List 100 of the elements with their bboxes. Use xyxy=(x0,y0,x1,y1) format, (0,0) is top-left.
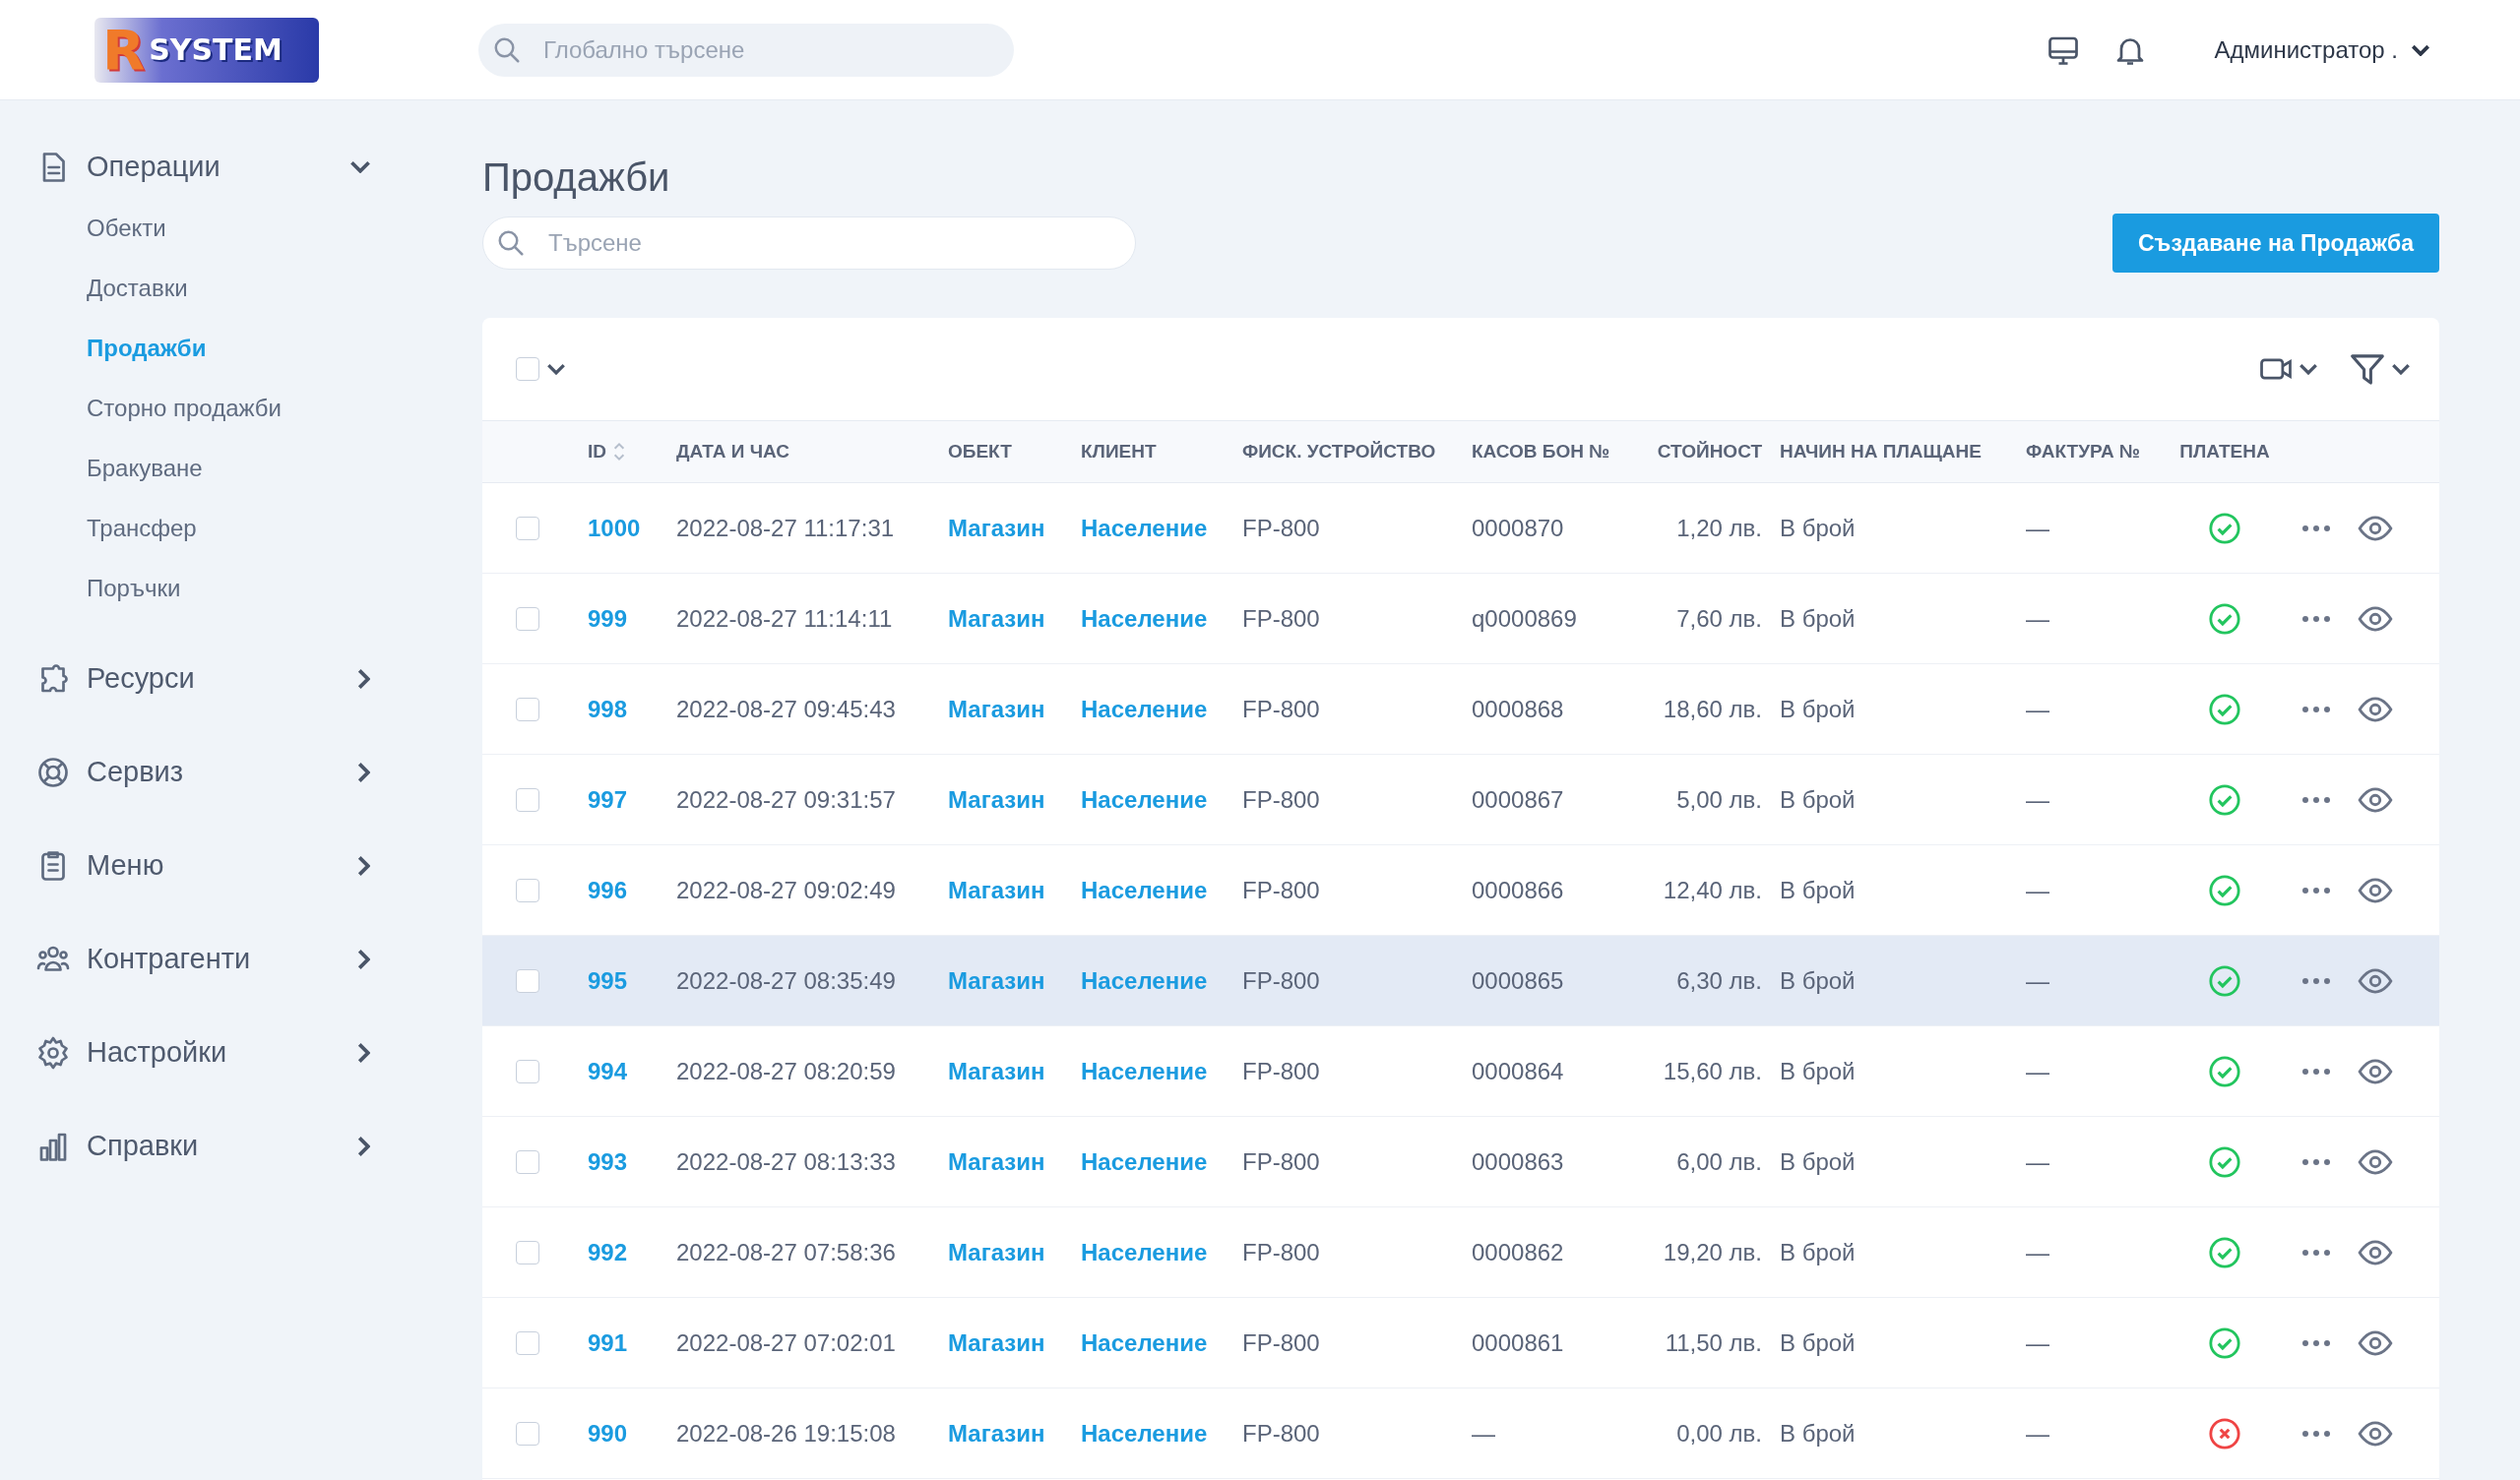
column-header[interactable]: КАСОВ БОН № xyxy=(1472,441,1610,462)
object-link[interactable]: Магазин xyxy=(948,966,1045,994)
sidebar-subitem[interactable]: Продажби xyxy=(87,318,207,378)
object-link[interactable]: Магазин xyxy=(948,1238,1045,1265)
user-menu[interactable]: Администратор . xyxy=(2208,34,2435,65)
client-link[interactable]: Население xyxy=(1081,604,1208,632)
more-icon[interactable] xyxy=(2301,1247,2331,1258)
column-header[interactable]: ОБЕКТ xyxy=(948,441,1012,462)
object-link[interactable]: Магазин xyxy=(948,1419,1045,1447)
id-link[interactable]: 999 xyxy=(588,604,628,632)
select-all-checkbox[interactable] xyxy=(516,357,539,381)
table-row[interactable]: 1000 2022-08-27 11:17:31 Магазин Население FP-800 0000870 1,20 лв. В брой — xyxy=(482,483,2439,574)
search-field[interactable]: Търсене xyxy=(482,216,1136,270)
id-link[interactable]: 991 xyxy=(588,1328,628,1356)
row-checkbox[interactable] xyxy=(516,1059,539,1083)
id-link[interactable]: 995 xyxy=(588,966,628,994)
table-row[interactable]: 991 2022-08-27 07:02:01 Магазин Население FP-800 0000861 11,50 лв. В брой — xyxy=(482,1298,2439,1388)
client-link[interactable]: Население xyxy=(1081,1328,1208,1356)
column-header[interactable]: КЛИЕНТ xyxy=(1081,441,1157,462)
row-checkbox[interactable] xyxy=(516,878,539,902)
row-checkbox[interactable] xyxy=(516,1149,539,1174)
column-header[interactable]: ДАТА И ЧАС xyxy=(676,441,789,462)
table-row[interactable]: 990 2022-08-26 19:15:08 Магазин Население FP-800 — 0,00 лв. В брой — xyxy=(482,1388,2439,1479)
sidebar-item[interactable]: Сервиз xyxy=(35,739,376,805)
object-link[interactable]: Магазин xyxy=(948,514,1045,541)
client-link[interactable]: Население xyxy=(1081,1147,1208,1175)
client-link[interactable]: Население xyxy=(1081,1057,1208,1084)
row-checkbox[interactable] xyxy=(516,516,539,540)
row-checkbox[interactable] xyxy=(516,606,539,631)
id-link[interactable]: 990 xyxy=(588,1419,628,1447)
client-link[interactable]: Население xyxy=(1081,514,1208,541)
more-icon[interactable] xyxy=(2301,1156,2331,1167)
table-row[interactable]: 995 2022-08-27 08:35:49 Магазин Население FP-800 0000865 6,30 лв. В брой — xyxy=(482,936,2439,1026)
column-header[interactable]: ID xyxy=(588,441,606,462)
id-link[interactable]: 998 xyxy=(588,695,628,722)
id-link[interactable]: 1000 xyxy=(588,514,641,541)
sidebar-subitem[interactable]: Доставки xyxy=(87,258,188,318)
filter-icon[interactable] xyxy=(2351,353,2384,385)
more-icon[interactable] xyxy=(2301,794,2331,805)
more-icon[interactable] xyxy=(2301,523,2331,533)
sidebar-subitem[interactable]: Бракуване xyxy=(87,438,203,498)
row-checkbox[interactable] xyxy=(516,1421,539,1446)
row-checkbox[interactable] xyxy=(516,697,539,721)
column-header[interactable]: ПЛАТЕНА xyxy=(2179,441,2270,462)
table-row[interactable]: 997 2022-08-27 09:31:57 Магазин Население FP-800 0000867 5,00 лв. В брой — xyxy=(482,755,2439,845)
more-icon[interactable] xyxy=(2301,1066,2331,1077)
client-link[interactable]: Население xyxy=(1081,695,1208,722)
chevron-down-icon[interactable] xyxy=(2392,363,2410,375)
sidebar-item[interactable]: Контрагенти xyxy=(35,926,376,992)
more-icon[interactable] xyxy=(2301,1337,2331,1348)
object-link[interactable]: Магазин xyxy=(948,1328,1045,1356)
object-link[interactable]: Магазин xyxy=(948,1057,1045,1084)
more-icon[interactable] xyxy=(2301,1428,2331,1439)
chevron-down-icon[interactable] xyxy=(2300,363,2317,375)
client-link[interactable]: Население xyxy=(1081,1238,1208,1265)
sidebar-item[interactable]: Настройки xyxy=(35,1019,376,1085)
id-link[interactable]: 992 xyxy=(588,1238,628,1265)
object-link[interactable]: Магазин xyxy=(948,604,1045,632)
more-icon[interactable] xyxy=(2301,885,2331,895)
table-row[interactable]: 998 2022-08-27 09:45:43 Магазин Население FP-800 0000868 18,60 лв. В брой — xyxy=(482,664,2439,755)
sidebar-subitem[interactable]: Поръчки xyxy=(87,558,181,618)
column-header[interactable]: ФИСК. УСТРОЙСТВО xyxy=(1242,441,1436,462)
row-checkbox[interactable] xyxy=(516,1240,539,1264)
sidebar-item[interactable]: Ресурси xyxy=(35,646,376,711)
sidebar-subitem[interactable]: Сторно продажби xyxy=(87,378,282,438)
object-link[interactable]: Магазин xyxy=(948,695,1045,722)
id-link[interactable]: 993 xyxy=(588,1147,628,1175)
object-link[interactable]: Магазин xyxy=(948,1147,1045,1175)
column-header[interactable]: ФАКТУРА № xyxy=(2026,441,2141,462)
column-header[interactable]: НАЧИН НА ПЛАЩАНЕ xyxy=(1780,441,1982,462)
table-row[interactable]: 992 2022-08-27 07:58:36 Магазин Население FP-800 0000862 19,20 лв. В брой — xyxy=(482,1207,2439,1298)
table-row[interactable]: 999 2022-08-27 11:14:11 Магазин Население FP-800 q0000869 7,60 лв. В брой — xyxy=(482,574,2439,664)
row-checkbox[interactable] xyxy=(516,968,539,993)
row-checkbox[interactable] xyxy=(516,787,539,812)
chevron-down-icon[interactable] xyxy=(547,363,565,375)
global-search-field[interactable]: Глобално търсене xyxy=(478,23,1014,77)
id-link[interactable]: 994 xyxy=(588,1057,628,1084)
client-link[interactable]: Население xyxy=(1081,966,1208,994)
sidebar-item[interactable]: Операции xyxy=(35,134,376,200)
client-link[interactable]: Население xyxy=(1081,785,1208,813)
object-link[interactable]: Магазин xyxy=(948,876,1045,903)
table-row[interactable]: 993 2022-08-27 08:13:33 Магазин Население FP-800 0000863 6,00 лв. В брой — xyxy=(482,1117,2439,1207)
more-icon[interactable] xyxy=(2301,704,2331,714)
id-link[interactable]: 997 xyxy=(588,785,628,813)
create-sale-button[interactable]: Създаване на Продажба xyxy=(2112,214,2439,273)
client-link[interactable]: Население xyxy=(1081,876,1208,903)
sidebar-subitem[interactable]: Трансфер xyxy=(87,498,197,558)
column-header[interactable]: СТОЙНОСТ xyxy=(1657,441,1762,462)
object-link[interactable]: Магазин xyxy=(948,785,1045,813)
more-icon[interactable] xyxy=(2301,975,2331,986)
sidebar-item[interactable]: Меню xyxy=(35,832,376,898)
video-camera-icon[interactable] xyxy=(2260,358,2292,380)
table-row[interactable]: 994 2022-08-27 08:20:59 Магазин Население FP-800 0000864 15,60 лв. В брой — xyxy=(482,1026,2439,1117)
sidebar-subitem[interactable]: Обекти xyxy=(87,198,166,258)
id-link[interactable]: 996 xyxy=(588,876,628,903)
table-cell: В брой xyxy=(1780,1057,1856,1084)
row-checkbox[interactable] xyxy=(516,1330,539,1355)
more-icon[interactable] xyxy=(2301,613,2331,624)
sidebar-item[interactable]: Справки xyxy=(35,1113,376,1179)
client-link[interactable]: Население xyxy=(1081,1419,1208,1447)
